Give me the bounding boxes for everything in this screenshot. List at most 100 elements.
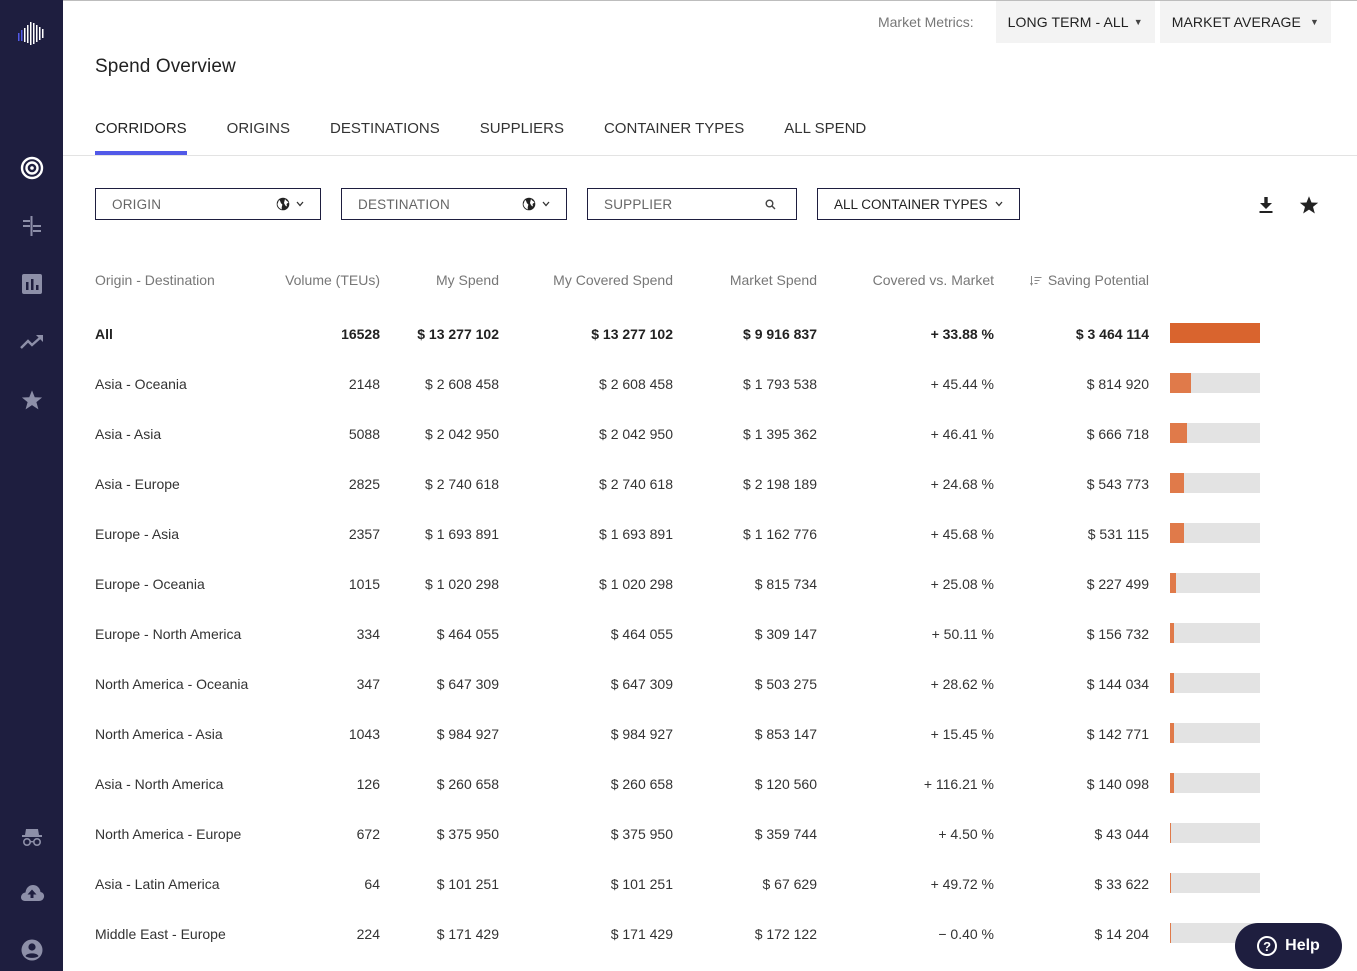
covered-spend-cell: $ 375 950 bbox=[610, 826, 673, 842]
covered-spend-cell: $ 984 927 bbox=[610, 726, 673, 742]
saving-potential-cell: $ 227 499 bbox=[1086, 576, 1149, 592]
container-types-label: ALL CONTAINER TYPES bbox=[834, 196, 988, 212]
volume-cell: 2148 bbox=[348, 376, 380, 392]
corridor-cell: Europe - Oceania bbox=[95, 576, 205, 592]
volume-cell: 2825 bbox=[348, 476, 380, 492]
volume-cell: 126 bbox=[356, 776, 380, 792]
bar-chart-icon[interactable] bbox=[0, 269, 63, 299]
saving-potential-bar-fill bbox=[1170, 923, 1171, 943]
saving-potential-bar-fill bbox=[1170, 773, 1174, 793]
star-icon[interactable] bbox=[0, 385, 63, 415]
covered-spend-cell: $ 101 251 bbox=[610, 876, 673, 892]
covered-vs-market-cell: + 45.44 % bbox=[930, 376, 994, 392]
globe-icon bbox=[276, 197, 290, 211]
corridor-cell: Middle East - Europe bbox=[95, 926, 226, 942]
incognito-icon[interactable] bbox=[0, 822, 63, 852]
tab-container-types[interactable]: CONTAINER TYPES bbox=[604, 120, 744, 155]
table-row[interactable]: Middle East - Europe 224 $ 171 429 $ 171 42… bbox=[95, 919, 1265, 969]
help-button[interactable]: ? Help bbox=[1235, 923, 1342, 969]
account-icon[interactable] bbox=[0, 935, 63, 965]
saving-potential-bar bbox=[1170, 373, 1260, 393]
help-label: Help bbox=[1285, 937, 1320, 954]
market-spend-cell: $ 359 744 bbox=[754, 826, 817, 842]
tab-corridors[interactable]: CORRIDORS bbox=[95, 120, 187, 155]
market-average-dropdown[interactable]: MARKET AVERAGE ▼ bbox=[1159, 1, 1331, 43]
covered-spend-cell: $ 171 429 bbox=[610, 926, 673, 942]
covered-spend-cell: $ 260 658 bbox=[610, 776, 673, 792]
column-header-corridor[interactable]: Origin - Destination bbox=[95, 265, 215, 295]
container-types-dropdown[interactable]: ALL CONTAINER TYPES bbox=[817, 188, 1020, 220]
volume-cell: 16528 bbox=[341, 326, 380, 342]
table-row[interactable]: Asia - Asia 5088 $ 2 042 950 $ 2 042 950 $ 1… bbox=[95, 419, 1265, 469]
tab-all-spend[interactable]: ALL SPEND bbox=[784, 120, 866, 155]
corridor-cell: Europe - Asia bbox=[95, 526, 180, 542]
saving-potential-header-label: Saving Potential bbox=[1047, 272, 1149, 288]
market-metrics-label: Market Metrics: bbox=[877, 14, 974, 30]
table-row[interactable]: Asia - Oceania 2148 $ 2 608 458 $ 2 608 458… bbox=[95, 369, 1265, 419]
market-spend-cell: $ 815 734 bbox=[754, 576, 817, 592]
table-row-total[interactable]: All 16528 $ 13 277 102 $ 13 277 102 $ 9 916 … bbox=[95, 319, 1265, 369]
market-spend-cell: $ 67 629 bbox=[762, 876, 818, 892]
saving-potential-bar-fill bbox=[1170, 823, 1171, 843]
market-spend-cell: $ 503 275 bbox=[754, 676, 817, 692]
my-spend-cell: $ 13 277 102 bbox=[417, 326, 499, 342]
tab-origins[interactable]: ORIGINS bbox=[227, 120, 290, 155]
saving-potential-cell: $ 531 115 bbox=[1087, 526, 1149, 542]
saving-potential-bar-fill bbox=[1170, 673, 1174, 693]
corridor-cell: Europe - North America bbox=[95, 626, 242, 642]
download-icon[interactable] bbox=[1255, 194, 1277, 216]
table-row[interactable]: Asia - Latin America 64 $ 101 251 $ 101 251… bbox=[95, 869, 1265, 919]
page-title: Spend Overview bbox=[95, 56, 236, 77]
saving-potential-bar bbox=[1170, 573, 1260, 593]
saving-potential-cell: $ 144 034 bbox=[1086, 676, 1149, 692]
column-header-my-spend[interactable]: My Spend bbox=[436, 265, 499, 295]
covered-vs-market-cell: + 50.11 % bbox=[931, 626, 994, 642]
volume-cell: 1043 bbox=[348, 726, 380, 742]
my-spend-cell: $ 464 055 bbox=[436, 626, 499, 642]
chevron-down-icon bbox=[542, 201, 550, 207]
covered-vs-market-cell: + 33.88 % bbox=[930, 326, 994, 342]
trending-up-icon[interactable] bbox=[0, 327, 63, 357]
my-spend-cell: $ 2 608 458 bbox=[425, 376, 499, 392]
column-header-covered-vs-market[interactable]: Covered vs. Market bbox=[873, 265, 994, 295]
saving-potential-cell: $ 814 920 bbox=[1086, 376, 1149, 392]
table-row[interactable]: Europe - Asia 2357 $ 1 693 891 $ 1 693 891 $… bbox=[95, 519, 1265, 569]
table-row[interactable]: Asia - Europe 2825 $ 2 740 618 $ 2 740 618 $… bbox=[95, 469, 1265, 519]
corridor-cell: North America - Asia bbox=[95, 726, 223, 742]
column-header-volume[interactable]: Volume (TEUs) bbox=[285, 265, 380, 295]
origin-filter[interactable]: ORIGIN bbox=[95, 188, 321, 220]
favorite-star-icon[interactable] bbox=[1298, 194, 1320, 216]
saving-potential-bar bbox=[1170, 673, 1260, 693]
saving-potential-cell: $ 43 044 bbox=[1094, 826, 1150, 842]
covered-spend-cell: $ 2 042 950 bbox=[599, 426, 673, 442]
volume-cell: 224 bbox=[356, 926, 380, 942]
logo-icon[interactable] bbox=[0, 19, 63, 49]
tab-destinations[interactable]: DESTINATIONS bbox=[330, 120, 440, 155]
column-header-covered-spend[interactable]: My Covered Spend bbox=[553, 265, 673, 295]
covered-spend-cell: $ 464 055 bbox=[610, 626, 673, 642]
market-spend-cell: $ 172 122 bbox=[754, 926, 817, 942]
my-spend-cell: $ 375 950 bbox=[436, 826, 499, 842]
table-row[interactable]: North America - Asia 1043 $ 984 927 $ 984 9… bbox=[95, 719, 1265, 769]
destination-filter[interactable]: DESTINATION bbox=[341, 188, 567, 220]
cloud-upload-icon[interactable] bbox=[0, 878, 63, 908]
saving-potential-cell: $ 33 622 bbox=[1094, 876, 1150, 892]
column-header-market-spend[interactable]: Market Spend bbox=[730, 265, 817, 295]
tab-suppliers[interactable]: SUPPLIERS bbox=[480, 120, 564, 155]
corridors-table: Origin - Destination Volume (TEUs) My Sp… bbox=[95, 265, 1265, 969]
saving-potential-cell: $ 543 773 bbox=[1086, 476, 1149, 492]
corridor-cell: Asia - Oceania bbox=[95, 376, 187, 392]
supplier-search-input[interactable]: SUPPLIER bbox=[587, 188, 797, 220]
column-header-saving-potential[interactable]: Saving Potential bbox=[1029, 265, 1149, 296]
my-spend-cell: $ 647 309 bbox=[436, 676, 499, 692]
covered-spend-cell: $ 13 277 102 bbox=[591, 326, 673, 342]
term-dropdown[interactable]: LONG TERM - ALL ▼ bbox=[995, 1, 1155, 43]
table-row[interactable]: Asia - North America 126 $ 260 658 $ 260 65… bbox=[95, 769, 1265, 819]
table-row[interactable]: Europe - North America 334 $ 464 055 $ 464 … bbox=[95, 619, 1265, 669]
saving-potential-bar bbox=[1170, 523, 1260, 543]
table-row[interactable]: North America - Oceania 347 $ 647 309 $ 647… bbox=[95, 669, 1265, 719]
table-row[interactable]: North America - Europe 672 $ 375 950 $ 375 … bbox=[95, 819, 1265, 869]
routes-icon[interactable] bbox=[0, 211, 63, 241]
target-icon[interactable] bbox=[0, 153, 63, 183]
table-row[interactable]: Europe - Oceania 1015 $ 1 020 298 $ 1 020 2… bbox=[95, 569, 1265, 619]
